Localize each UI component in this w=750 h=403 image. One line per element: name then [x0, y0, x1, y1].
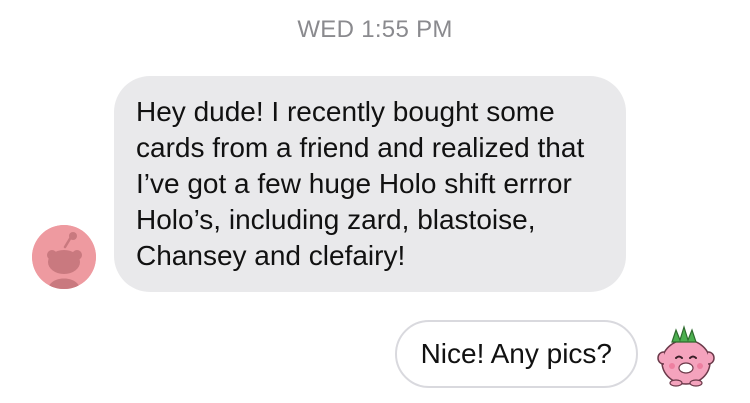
- message-timestamp: WED 1:55 PM: [297, 16, 453, 43]
- chat-thread: WED 1:55 PM Hey dude! I recently bought …: [0, 0, 750, 403]
- pink-monster-avatar-graphic: [657, 324, 715, 387]
- outgoing-message-bubble[interactable]: Nice! Any pics?: [394, 320, 638, 388]
- pink-monster-crown-avatar-icon[interactable]: [652, 322, 720, 388]
- reddit-alien-avatar-icon[interactable]: [32, 225, 96, 289]
- incoming-message-bubble[interactable]: Hey dude! I recently bought some cards f…: [114, 76, 626, 292]
- reddit-alien-avatar-graphic: [32, 225, 96, 289]
